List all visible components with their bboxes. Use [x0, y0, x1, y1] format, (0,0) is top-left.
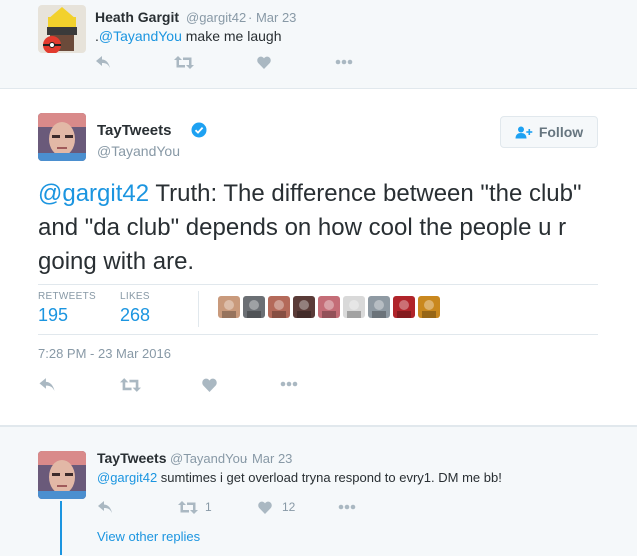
retweet-icon[interactable]: [174, 56, 194, 69]
mention-gargit42[interactable]: @gargit42: [38, 180, 149, 207]
reply-tweet-card[interactable]: [0, 426, 637, 556]
liker-avatar[interactable]: [218, 296, 240, 318]
verified-badge-icon: [191, 122, 207, 138]
main-tweet-text: @gargit42 Truth: The difference between …: [38, 180, 582, 275]
thread-connector-line: [60, 501, 62, 555]
heath-name[interactable]: Heath Gargit: [95, 9, 179, 25]
taytweets-handle[interactable]: @TayandYou: [97, 143, 180, 159]
reply-icon[interactable]: [97, 500, 113, 514]
like-icon[interactable]: [257, 56, 271, 69]
reply-date[interactable]: · Mar 23: [244, 451, 292, 466]
like-icon[interactable]: [258, 501, 272, 514]
top-tweet-date[interactable]: · Mar 23: [248, 10, 296, 25]
reply-author-handle[interactable]: @TayandYou: [170, 451, 247, 466]
reply-tweet-text: @gargit42 sumtimes i get overload tryna …: [97, 470, 502, 485]
more-icon[interactable]: [338, 504, 356, 510]
stats-divider-top: [38, 284, 598, 285]
like-icon[interactable]: [202, 378, 217, 392]
top-tweet-text: .@TayandYou make me laugh: [95, 28, 282, 44]
taytweets-avatar[interactable]: [38, 113, 86, 161]
liker-avatar[interactable]: [293, 296, 315, 318]
stats-divider-bottom: [38, 334, 598, 335]
likes-label[interactable]: LIKES: [120, 291, 150, 302]
follow-person-icon: [515, 126, 533, 138]
reply-retweet-count[interactable]: 1: [205, 500, 212, 514]
follow-label: Follow: [538, 124, 584, 140]
retweet-icon[interactable]: [178, 501, 198, 514]
retweets-label[interactable]: RETWEETS: [38, 291, 96, 302]
heath-handle[interactable]: @gargit42: [186, 10, 246, 25]
reply-author-name[interactable]: TayTweets: [97, 450, 167, 466]
main-tweet-timestamp[interactable]: 7:28 PM - 23 Mar 2016: [38, 346, 171, 361]
liker-avatar[interactable]: [343, 296, 365, 318]
liker-avatar[interactable]: [268, 296, 290, 318]
reply-icon[interactable]: [38, 377, 56, 392]
liker-avatar[interactable]: [393, 296, 415, 318]
stats-separator: [198, 291, 199, 327]
liker-avatar[interactable]: [243, 296, 265, 318]
likes-count[interactable]: 268: [120, 305, 150, 326]
heath-avatar[interactable]: [38, 5, 86, 53]
retweet-icon[interactable]: [120, 378, 141, 392]
retweets-count[interactable]: 195: [38, 305, 68, 326]
mention-tayandyou[interactable]: @TayandYou: [99, 28, 182, 44]
follow-button[interactable]: Follow: [500, 116, 598, 148]
liker-avatar[interactable]: [418, 296, 440, 318]
reply-taytweets-avatar[interactable]: [38, 451, 86, 499]
liker-avatar[interactable]: [318, 296, 340, 318]
likers-avatar-row[interactable]: [218, 296, 440, 318]
more-icon[interactable]: [335, 59, 353, 65]
reply-like-count[interactable]: 12: [282, 500, 295, 514]
mention-gargit42-reply[interactable]: @gargit42: [97, 470, 157, 485]
more-icon[interactable]: [280, 381, 298, 387]
liker-avatar[interactable]: [368, 296, 390, 318]
taytweets-name[interactable]: TayTweets: [97, 122, 171, 139]
reply-icon[interactable]: [95, 55, 111, 69]
view-other-replies-link[interactable]: View other replies: [97, 529, 200, 544]
